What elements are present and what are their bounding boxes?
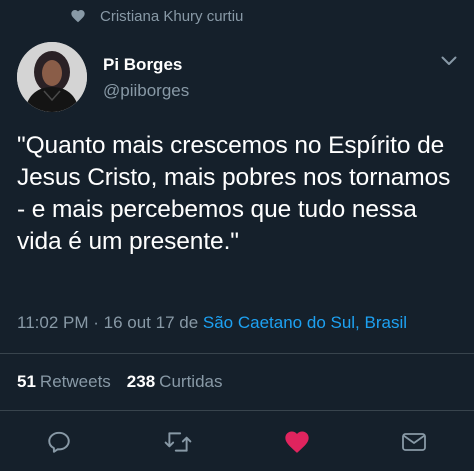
retweet-icon bbox=[164, 429, 192, 460]
like-icon bbox=[283, 428, 311, 461]
tweet-date: 16 out 17 bbox=[103, 313, 175, 332]
reply-button[interactable] bbox=[45, 430, 73, 458]
tweet-text: "Quanto mais crescemos no Espírito de Je… bbox=[17, 132, 451, 255]
heart-icon bbox=[70, 8, 86, 24]
direct-message-button[interactable] bbox=[400, 430, 428, 458]
reply-icon bbox=[46, 429, 72, 460]
tweet-stats: 51 Retweets 238 Curtidas bbox=[17, 372, 222, 392]
social-context-text: Cristiana Khury curtiu bbox=[100, 7, 244, 25]
author-info: Pi Borges @piiborges bbox=[103, 55, 189, 101]
likes-label[interactable]: Curtidas bbox=[159, 372, 222, 391]
tweet-time: 11:02 PM bbox=[17, 313, 89, 332]
tweet-location-link[interactable]: São Caetano do Sul, Brasil bbox=[203, 313, 407, 332]
avatar[interactable] bbox=[17, 42, 87, 112]
meta-from-word: de bbox=[174, 313, 203, 332]
tweet-meta: 11:02 PM · 16 out 17 de São Caetano do S… bbox=[17, 313, 407, 333]
retweets-label[interactable]: Retweets bbox=[40, 372, 111, 391]
likes-count[interactable]: 238 bbox=[127, 372, 155, 391]
divider bbox=[0, 353, 474, 354]
retweet-button[interactable] bbox=[164, 430, 192, 458]
author-handle[interactable]: @piiborges bbox=[103, 81, 189, 101]
like-button[interactable] bbox=[283, 430, 311, 458]
divider bbox=[0, 410, 474, 411]
meta-separator: · bbox=[88, 313, 104, 332]
avatar-image bbox=[17, 42, 87, 112]
author-display-name[interactable]: Pi Borges bbox=[103, 55, 189, 75]
chevron-down-icon bbox=[441, 53, 457, 71]
retweets-count[interactable]: 51 bbox=[17, 372, 36, 391]
more-options-button[interactable] bbox=[437, 52, 461, 72]
direct-message-icon bbox=[401, 431, 427, 458]
social-context: Cristiana Khury curtiu bbox=[70, 5, 243, 27]
